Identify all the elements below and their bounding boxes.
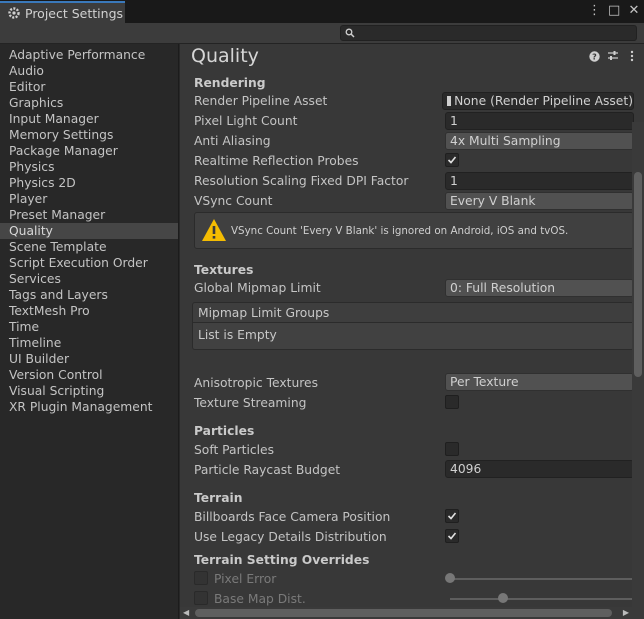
realtime-reflection-label: Realtime Reflection Probes: [194, 154, 359, 168]
anti-aliasing-dropdown[interactable]: 4x Multi Sampling: [445, 132, 634, 150]
sidebar-item-input-manager[interactable]: Input Manager: [0, 111, 178, 127]
close-icon[interactable]: ✕: [628, 3, 640, 18]
anisotropic-dropdown[interactable]: Per Texture: [445, 373, 634, 391]
more-options-icon[interactable]: ⋮: [588, 3, 601, 18]
section-terrain: Terrain: [194, 491, 243, 505]
sidebar-item-services[interactable]: Services: [0, 271, 178, 287]
sidebar-item-preset-manager[interactable]: Preset Manager: [0, 207, 178, 223]
quality-settings-panel: Quality ? Rendering Render Pipeline Asse…: [180, 44, 644, 619]
anisotropic-label: Anisotropic Textures: [194, 376, 318, 390]
pixel-error-slider[interactable]: [450, 578, 634, 580]
billboards-label: Billboards Face Camera Position: [194, 510, 391, 524]
sidebar-item-package-manager[interactable]: Package Manager: [0, 143, 178, 159]
section-terrain-overrides: Terrain Setting Overrides: [194, 553, 370, 567]
sidebar-item-editor[interactable]: Editor: [0, 79, 178, 95]
sidebar-item-version-control[interactable]: Version Control: [0, 367, 178, 383]
pixel-error-override-checkbox[interactable]: [194, 571, 208, 585]
window-controls: ⋮ □ ✕: [588, 3, 640, 18]
settings-sidebar: Adaptive Performance Audio Editor Graphics I…: [0, 44, 179, 619]
pixel-error-label: Pixel Error: [214, 572, 277, 586]
render-pipeline-label: Render Pipeline Asset: [194, 94, 328, 108]
checkmark-icon: [447, 512, 457, 520]
preset-sliders-icon[interactable]: [607, 50, 619, 62]
scroll-right-icon[interactable]: ▶: [623, 608, 629, 617]
legacy-details-label: Use Legacy Details Distribution: [194, 530, 387, 544]
horizontal-scrollbar[interactable]: ◀ ▶: [180, 607, 632, 619]
texture-streaming-label: Texture Streaming: [194, 396, 307, 410]
vertical-scroll-thumb[interactable]: [634, 172, 642, 377]
sidebar-item-visual-scripting[interactable]: Visual Scripting: [0, 383, 178, 399]
section-textures: Textures: [194, 263, 254, 277]
sidebar-item-audio[interactable]: Audio: [0, 63, 178, 79]
raycast-budget-label: Particle Raycast Budget: [194, 463, 341, 477]
soft-particles-label: Soft Particles: [194, 443, 275, 457]
base-map-label: Base Map Dist.: [214, 592, 306, 606]
maximize-icon[interactable]: □: [608, 3, 620, 18]
sidebar-item-script-execution-order[interactable]: Script Execution Order: [0, 255, 178, 271]
sidebar-item-quality[interactable]: Quality: [0, 223, 178, 239]
resolution-scaling-input[interactable]: 1: [445, 172, 634, 190]
help-icon[interactable]: ?: [588, 50, 600, 62]
sidebar-item-time[interactable]: Time: [0, 319, 178, 335]
mipmap-groups-header[interactable]: Mipmap Limit Groups: [192, 302, 634, 323]
section-rendering: Rendering: [194, 76, 266, 90]
sidebar-item-scene-template[interactable]: Scene Template: [0, 239, 178, 255]
legacy-details-checkbox[interactable]: [445, 529, 459, 543]
window-titlebar: Project Settings ⋮ □ ✕: [0, 0, 644, 23]
texture-streaming-checkbox[interactable]: [445, 395, 459, 409]
resolution-scaling-label: Resolution Scaling Fixed DPI Factor: [194, 174, 409, 188]
section-particles: Particles: [194, 424, 255, 438]
mipmap-limit-dropdown[interactable]: 0: Full Resolution: [445, 279, 634, 297]
sidebar-item-graphics[interactable]: Graphics: [0, 95, 178, 111]
sidebar-item-timeline[interactable]: Timeline: [0, 335, 178, 351]
base-map-override-checkbox[interactable]: [194, 591, 208, 605]
base-map-slider[interactable]: [450, 598, 634, 600]
vsync-warning-box: VSync Count 'Every V Blank' is ignored o…: [194, 212, 634, 249]
warning-icon: [201, 218, 227, 245]
sidebar-item-xr-plugin-management[interactable]: XR Plugin Management: [0, 399, 178, 415]
base-map-slider-thumb[interactable]: [498, 593, 508, 603]
sidebar-item-adaptive-performance[interactable]: Adaptive Performance: [0, 47, 178, 63]
gear-icon: [7, 6, 21, 20]
pixel-light-input[interactable]: 1: [445, 112, 634, 130]
tab-project-settings[interactable]: Project Settings: [0, 1, 125, 23]
mipmap-groups-empty: List is Empty: [192, 323, 634, 350]
sidebar-item-memory-settings[interactable]: Memory Settings: [0, 127, 178, 143]
header-icons: ?: [588, 50, 638, 62]
sidebar-item-textmesh-pro[interactable]: TextMesh Pro: [0, 303, 178, 319]
page-title: Quality: [191, 45, 259, 67]
sidebar-item-tags-and-layers[interactable]: Tags and Layers: [0, 287, 178, 303]
render-pipeline-value: None (Render Pipeline Asset): [454, 94, 633, 108]
scroll-left-icon[interactable]: ◀: [183, 608, 189, 617]
realtime-reflection-checkbox[interactable]: [445, 153, 459, 167]
vsync-warning-text: VSync Count 'Every V Blank' is ignored o…: [231, 225, 569, 237]
checkmark-icon: [447, 156, 457, 164]
mipmap-limit-label: Global Mipmap Limit: [194, 281, 321, 295]
render-pipeline-field[interactable]: None (Render Pipeline Asset): [442, 92, 634, 110]
sidebar-item-physics-2d[interactable]: Physics 2D: [0, 175, 178, 191]
vsync-dropdown[interactable]: Every V Blank: [445, 192, 634, 210]
sidebar-item-player[interactable]: Player: [0, 191, 178, 207]
billboards-checkbox[interactable]: [445, 509, 459, 523]
vertical-scrollbar[interactable]: [632, 122, 644, 619]
pixel-light-label: Pixel Light Count: [194, 114, 298, 128]
horizontal-scroll-thumb[interactable]: [195, 609, 612, 617]
raycast-budget-input[interactable]: 4096: [445, 460, 634, 478]
more-options-icon[interactable]: [626, 50, 638, 62]
asset-file-icon: [447, 96, 452, 106]
tab-title: Project Settings: [25, 5, 124, 21]
sidebar-item-physics[interactable]: Physics: [0, 159, 178, 175]
search-toolbar: [0, 23, 644, 44]
search-icon: [345, 27, 355, 38]
sidebar-item-ui-builder[interactable]: UI Builder: [0, 351, 178, 367]
soft-particles-checkbox[interactable]: [445, 442, 459, 456]
search-input[interactable]: [340, 25, 637, 41]
vsync-label: VSync Count: [194, 194, 273, 208]
svg-text:?: ?: [592, 52, 597, 61]
checkmark-icon: [447, 532, 457, 540]
pixel-error-slider-thumb[interactable]: [445, 573, 455, 583]
sidebar-list: Adaptive Performance Audio Editor Graphics I…: [0, 44, 178, 415]
anti-aliasing-label: Anti Aliasing: [194, 134, 271, 148]
